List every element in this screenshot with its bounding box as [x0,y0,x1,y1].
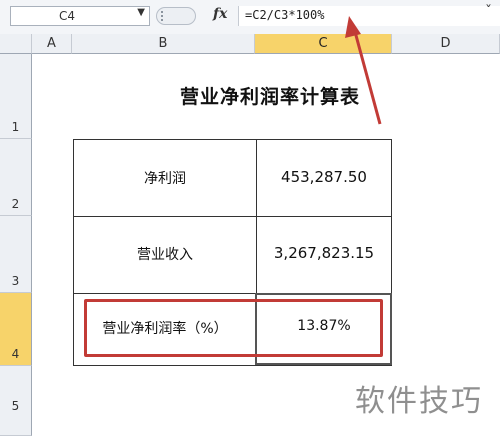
arrow-head [345,16,361,38]
annotation-arrow-icon [345,16,382,125]
arrow-shaft [352,27,382,125]
watermark-text: 软件技巧 [355,384,483,419]
